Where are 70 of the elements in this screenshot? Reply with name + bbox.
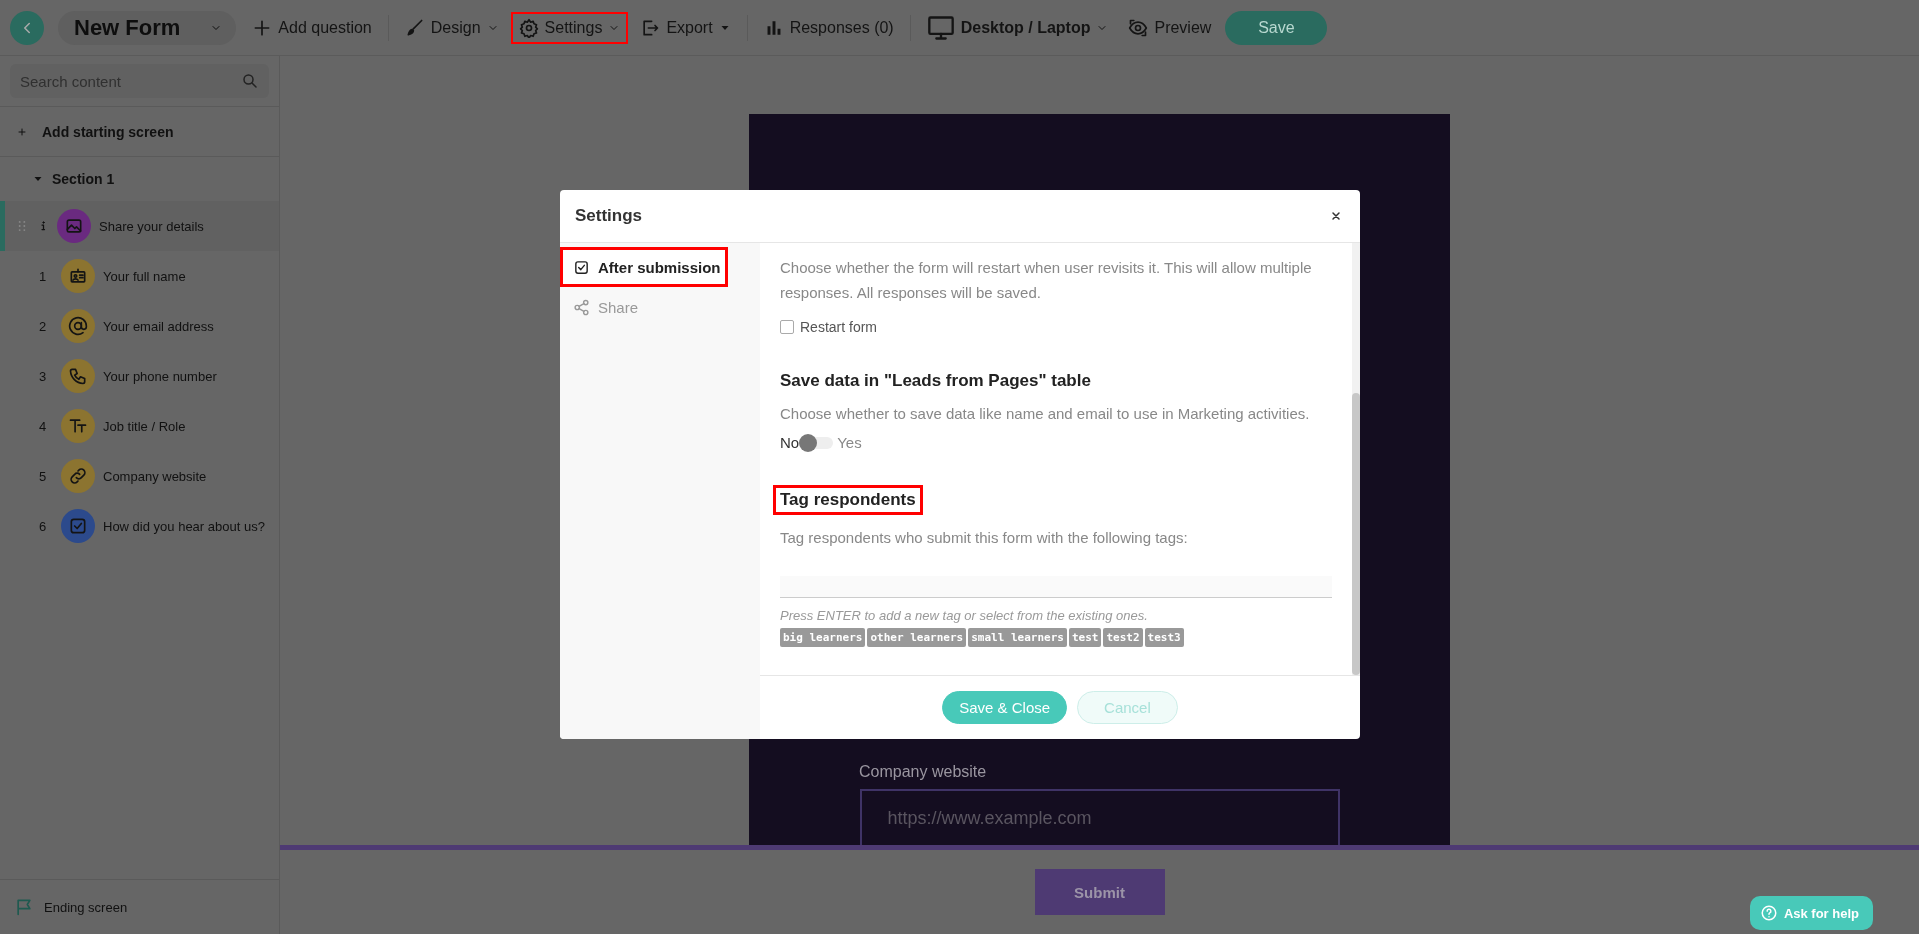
section-heading: Tag respondents	[773, 485, 923, 515]
settings-icon	[518, 17, 539, 38]
question-item[interactable]: 3 Your phone number	[0, 351, 279, 401]
question-item[interactable]: 4 Job title / Role	[0, 401, 279, 451]
section-description: Choose whether the form will restart when user revisits it. This will allow multiple responses. All responses will be saved.	[780, 258, 1313, 303]
phone-icon	[68, 366, 88, 386]
form-title-dropdown[interactable]: New Form	[58, 10, 237, 45]
toolbar-button[interactable]: Preview	[1120, 11, 1220, 44]
settings-tab[interactable]: After submission	[560, 247, 728, 287]
image-icon	[64, 216, 84, 236]
question-number: 5	[39, 468, 48, 484]
toggle-label: Yes	[837, 434, 862, 451]
search-icon	[241, 72, 259, 90]
help-icon	[1759, 904, 1778, 922]
submit-button[interactable]: Submit	[1034, 869, 1165, 915]
checkbox-label: Restart form	[800, 319, 877, 335]
id-card-icon	[68, 266, 88, 286]
checkbox-icon	[68, 516, 88, 536]
question-item[interactable]: 5 Company website	[0, 451, 279, 501]
toolbar-button[interactable]: Export	[632, 11, 739, 44]
tag-chip[interactable]: other learners	[867, 628, 967, 647]
field-label: Company website	[859, 763, 987, 781]
toolbar-button[interactable]: Design	[396, 11, 507, 44]
back-button[interactable]	[10, 10, 44, 45]
save-close-button[interactable]: Save & Close	[942, 691, 1068, 724]
toggle-label: No	[780, 434, 800, 451]
tag-chip[interactable]: test3	[1144, 628, 1184, 647]
scrollbar-thumb[interactable]	[1352, 393, 1360, 675]
eye-icon	[1128, 17, 1149, 38]
ending-screen-item[interactable]: Ending screen	[0, 879, 279, 934]
tag-input[interactable]	[780, 576, 1332, 598]
section-heading: Save data in "Leads from Pages" table	[780, 371, 1092, 391]
settings-tab[interactable]: Share	[560, 287, 652, 327]
help-button[interactable]: Ask for help	[1749, 896, 1873, 930]
toolbar-button[interactable]: Desktop / Laptop	[918, 7, 1117, 48]
toolbar-button[interactable]: Responses (0)	[755, 11, 902, 44]
tag-chip[interactable]: test	[1068, 628, 1102, 647]
link-icon	[68, 466, 88, 486]
toggle-thumb[interactable]	[799, 433, 818, 452]
question-number: 3	[39, 368, 48, 384]
section-description: Tag respondents who submit this form with the following tags:	[780, 528, 1189, 548]
section-description: Choose whether to save data like name and email to use in Marketing activities.	[780, 404, 1311, 424]
share-icon	[573, 298, 590, 316]
at-sign-icon	[68, 316, 88, 336]
tag-chip[interactable]: big learners	[780, 628, 866, 647]
question-item[interactable]: 2 Your email address	[0, 301, 279, 351]
tag-chip[interactable]: small learners	[968, 628, 1067, 647]
question-item[interactable]: 6 How did you hear about us?	[0, 501, 279, 551]
flag-icon	[14, 897, 34, 917]
dialog-title: Settings	[575, 206, 643, 226]
close-icon	[1330, 210, 1342, 222]
input-hint: Press ENTER to add a new tag or select from the existing ones.	[780, 608, 1149, 623]
monitor-icon	[926, 13, 955, 42]
checkbox[interactable]	[780, 320, 794, 334]
question-item[interactable]: 1 Your full name	[0, 251, 279, 301]
section-title: Section 1	[52, 171, 115, 187]
question-number: 4	[39, 418, 48, 434]
save-button[interactable]: Save	[1225, 10, 1328, 45]
toolbar-button[interactable]: Add question	[244, 11, 380, 44]
question-item[interactable]: Share your details	[0, 201, 279, 251]
website-input[interactable]: https://www.example.com	[859, 789, 1340, 845]
add-starting-screen-button[interactable]: Add starting screen	[0, 107, 279, 157]
toolbar-button[interactable]: Settings	[510, 11, 629, 44]
question-number: 1	[39, 268, 48, 284]
checkbox-icon	[573, 258, 590, 276]
text-size-icon	[68, 416, 88, 436]
question-number: 6	[39, 518, 48, 534]
tag-chip[interactable]: test2	[1103, 628, 1143, 647]
form-title: New Form	[74, 14, 181, 41]
question-number: 2	[39, 318, 48, 334]
